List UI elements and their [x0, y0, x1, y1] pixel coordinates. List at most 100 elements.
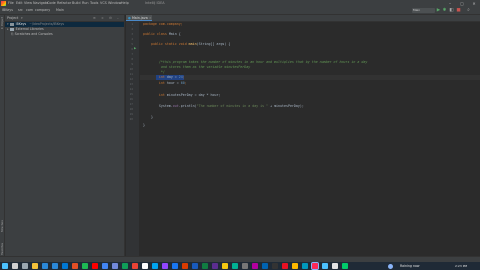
notion-icon[interactable]: [142, 263, 148, 269]
menu-vcs[interactable]: VCS: [100, 0, 107, 7]
line-number: 13: [129, 82, 133, 86]
file-explorer-icon[interactable]: [32, 263, 38, 269]
menu-code[interactable]: Code: [47, 0, 56, 7]
edge-icon[interactable]: [42, 263, 48, 269]
teams-icon[interactable]: [152, 263, 158, 269]
menu-refactor[interactable]: Refactor: [57, 0, 71, 7]
breadcrumb-company[interactable]: company: [35, 7, 50, 14]
gear-icon[interactable]: ⚙: [109, 15, 112, 21]
office-icon[interactable]: [72, 263, 78, 269]
twitch-icon[interactable]: [162, 263, 168, 269]
code-editor[interactable]: package com.company; public class Main {…: [140, 22, 480, 262]
debug-icon[interactable]: ✱: [442, 8, 447, 13]
coverage-icon[interactable]: ◧: [449, 8, 454, 13]
youtube-icon[interactable]: [92, 263, 98, 269]
navigation-bar: IBKeys src com company Main: [0, 7, 480, 15]
line-number: 16: [129, 97, 133, 101]
folder-icon[interactable]: [222, 263, 228, 269]
gmail-icon[interactable]: [132, 263, 138, 269]
project-panel-title[interactable]: Project: [7, 15, 18, 21]
menu-file[interactable]: File: [8, 0, 14, 7]
editor-tab-bar: ● Main.java ×: [126, 15, 480, 22]
notes-icon[interactable]: [292, 263, 298, 269]
stop-icon[interactable]: ■: [456, 8, 461, 13]
store-icon[interactable]: [52, 263, 58, 269]
task-view-icon[interactable]: [22, 263, 28, 269]
vscode-icon[interactable]: [262, 263, 268, 269]
close-icon[interactable]: ✕: [468, 0, 480, 7]
settings-icon[interactable]: [242, 263, 248, 269]
breadcrumb-com[interactable]: com: [26, 7, 33, 14]
run-gutter-icon[interactable]: ▶: [134, 46, 136, 50]
code-line: }: [143, 123, 145, 127]
onenote-icon[interactable]: [212, 263, 218, 269]
project-tool-tab[interactable]: 1: Project: [1, 17, 4, 29]
line-number: 7: [131, 52, 133, 56]
line-number: 18: [129, 107, 133, 111]
run-configuration-select[interactable]: Main: [412, 8, 435, 13]
menu-build[interactable]: Build: [72, 0, 81, 7]
search-icon[interactable]: [12, 263, 18, 269]
close-icon[interactable]: ×: [149, 16, 152, 20]
skype-icon[interactable]: [302, 263, 308, 269]
breadcrumb-project[interactable]: IBKeys: [2, 7, 13, 14]
app-icon[interactable]: [332, 263, 338, 269]
breadcrumb-main[interactable]: Main: [56, 7, 64, 14]
calculator-icon[interactable]: [232, 263, 238, 269]
app-icon[interactable]: [342, 263, 348, 269]
spotify-icon[interactable]: [82, 263, 88, 269]
locate-icon[interactable]: ⊕: [93, 15, 96, 21]
chrome-icon[interactable]: [102, 263, 108, 269]
windows-start-icon[interactable]: [2, 263, 8, 269]
code-line: /*this program takes the number of minut…: [158, 60, 368, 64]
search-icon[interactable]: ⌕: [466, 8, 471, 13]
terminal-icon[interactable]: [272, 263, 278, 269]
menu-navigate[interactable]: Navigate: [33, 0, 48, 7]
line-number: 9: [131, 62, 133, 66]
menu-view[interactable]: View: [24, 0, 32, 7]
hide-icon[interactable]: –: [117, 15, 119, 21]
menu-run[interactable]: Run: [82, 0, 89, 7]
tree-item-label: External Libraries: [15, 27, 44, 31]
zoom-icon[interactable]: [172, 263, 178, 269]
powerpoint-icon[interactable]: [182, 263, 188, 269]
weather-icon[interactable]: [388, 263, 393, 269]
sheets-icon[interactable]: [122, 263, 128, 269]
chevron-down-icon[interactable]: ▾: [21, 15, 23, 21]
menu-window[interactable]: Window: [108, 0, 121, 7]
line-number: 1: [131, 22, 133, 26]
maximize-icon[interactable]: ▢: [456, 0, 468, 7]
tab-main-java[interactable]: ● Main.java ×: [126, 15, 152, 21]
tree-item-label: Scratches and Consoles: [14, 32, 53, 36]
code-line: and stores them as the variable minutesP…: [158, 65, 251, 69]
media-icon[interactable]: [282, 263, 288, 269]
collapse-icon[interactable]: ≑: [101, 15, 104, 21]
line-number: 17: [129, 102, 133, 106]
intellij-taskbar-icon[interactable]: [311, 262, 319, 270]
tree-item-scratches[interactable]: ⎘ Scratches and Consoles: [5, 32, 124, 37]
breadcrumb-src[interactable]: src: [18, 7, 23, 14]
line-number: 12: [129, 77, 133, 81]
weather-status[interactable]: Raining now: [400, 262, 420, 270]
tree-item-label: IBKeys: [15, 22, 27, 26]
chevron-right-icon: ▸: [7, 27, 9, 31]
photos-icon[interactable]: [252, 263, 258, 269]
menu-help[interactable]: Help: [121, 0, 129, 7]
code-line: System.out.println("The number of minute…: [158, 104, 304, 108]
library-icon: [9, 27, 14, 31]
app-icon[interactable]: [322, 263, 328, 269]
structure-tool-tab[interactable]: Structure: [1, 220, 4, 232]
clock[interactable]: 2:23 PM: [455, 262, 467, 270]
menu-edit[interactable]: Edit: [16, 0, 23, 7]
project-panel-header: Project ▾ ⊕ ≑ ⚙ –: [5, 15, 124, 22]
menu-tools[interactable]: Tools: [90, 0, 98, 7]
line-number: 19: [129, 112, 133, 116]
favorites-tool-tab[interactable]: Favorites: [1, 243, 4, 255]
excel-icon[interactable]: [202, 263, 208, 269]
discord-icon[interactable]: [112, 263, 118, 269]
minimize-icon[interactable]: –: [444, 0, 456, 7]
folder-icon: [9, 22, 14, 26]
run-icon[interactable]: ▶: [436, 8, 441, 13]
word-icon[interactable]: [192, 263, 198, 269]
mail-icon[interactable]: [62, 263, 68, 269]
